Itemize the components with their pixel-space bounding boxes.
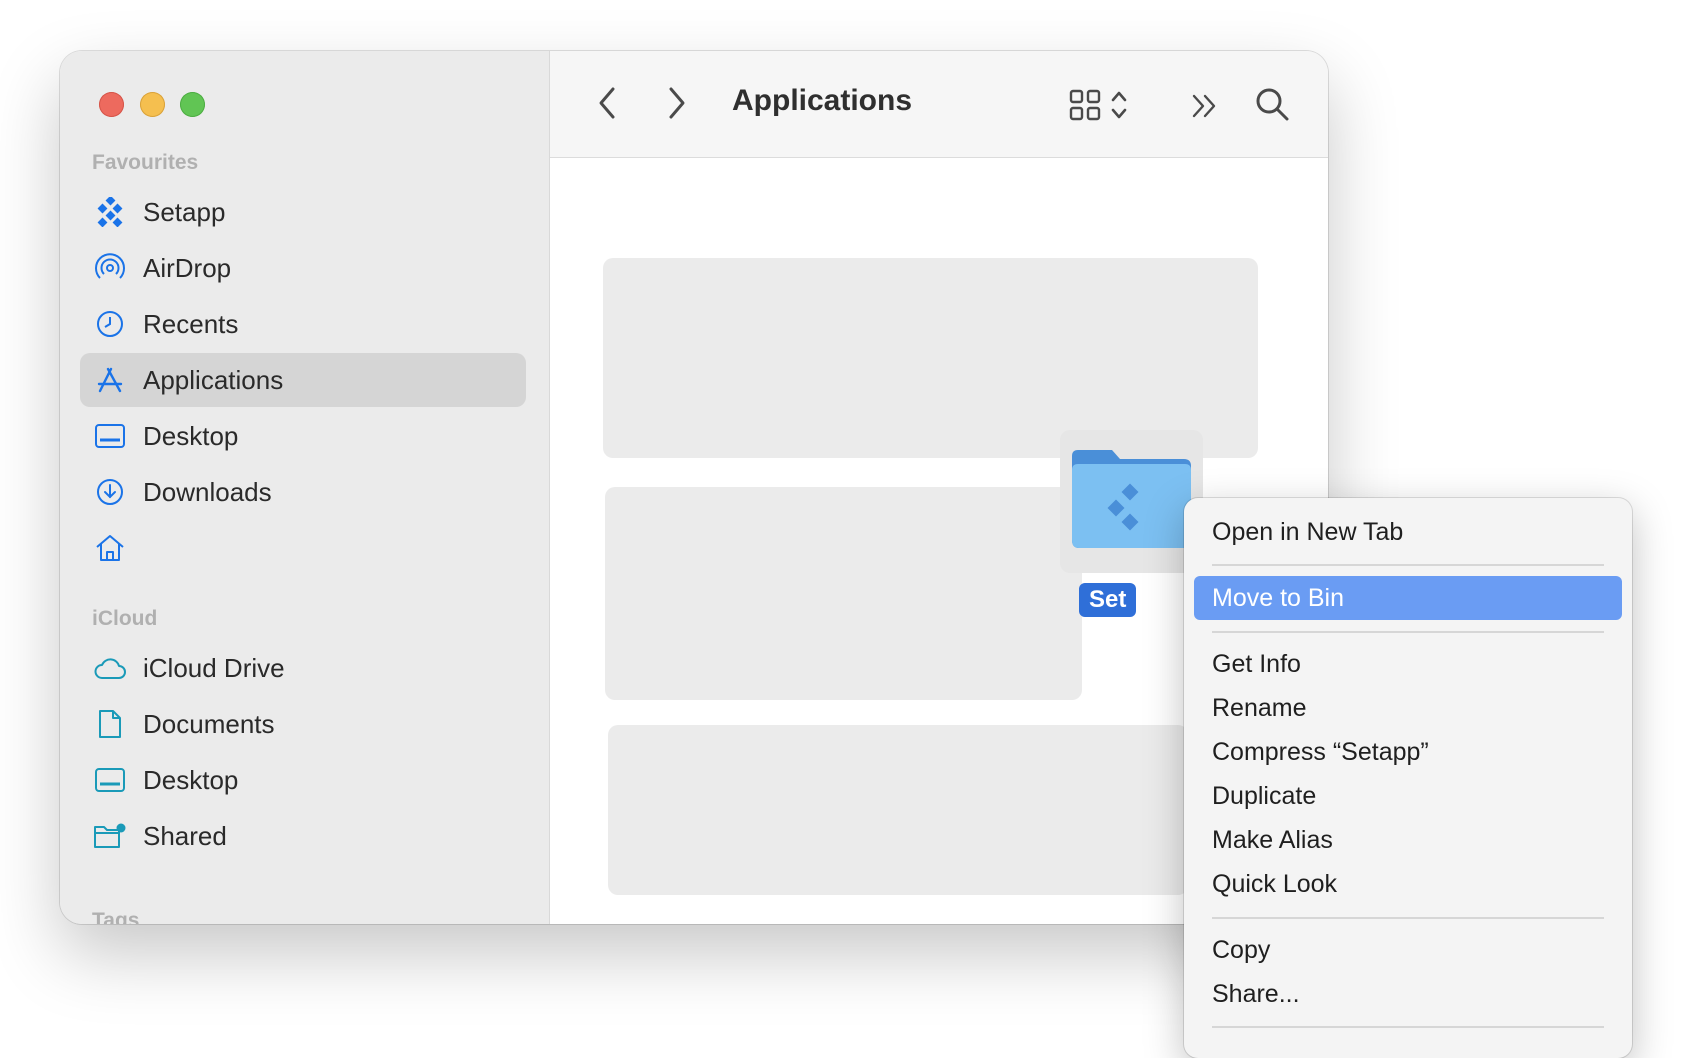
download-icon bbox=[93, 475, 127, 509]
menu-item-label: Copy bbox=[1212, 936, 1270, 964]
redacted-label bbox=[172, 550, 372, 586]
context-menu: Open in New Tab Move to Bin Get Info Ren… bbox=[1184, 498, 1632, 1058]
sidebar-item-label: Recents bbox=[143, 309, 238, 340]
clock-icon bbox=[93, 307, 127, 341]
sidebar-item-label: AirDrop bbox=[143, 253, 231, 284]
menu-item-compress[interactable]: Compress “Setapp” bbox=[1194, 730, 1622, 774]
chevron-left-icon[interactable] bbox=[594, 85, 620, 121]
sidebar-item-downloads[interactable]: Downloads bbox=[80, 465, 526, 519]
menu-item-make-alias[interactable]: Make Alias bbox=[1194, 818, 1622, 862]
menu-item-rename[interactable]: Rename bbox=[1194, 686, 1622, 730]
menu-item-open-in-new-tab[interactable]: Open in New Tab bbox=[1194, 510, 1622, 554]
menu-separator bbox=[1212, 917, 1604, 919]
selected-item-label[interactable]: Set bbox=[1079, 583, 1136, 617]
menu-item-label: Quick Look bbox=[1212, 870, 1337, 898]
shared-folder-icon bbox=[93, 819, 127, 853]
double-chevron-right-icon[interactable] bbox=[1190, 91, 1220, 121]
toolbar: Applications bbox=[550, 51, 1328, 158]
setapp-icon bbox=[93, 195, 127, 229]
sidebar-item-shared[interactable]: Shared bbox=[80, 809, 526, 863]
menu-separator bbox=[1212, 631, 1604, 633]
menu-item-move-to-bin[interactable]: Move to Bin bbox=[1194, 576, 1622, 620]
menu-item-get-info[interactable]: Get Info bbox=[1194, 642, 1622, 686]
menu-item-label: Get Info bbox=[1212, 650, 1301, 678]
applications-icon bbox=[93, 363, 127, 397]
favourites-title: Favourites bbox=[92, 151, 198, 175]
sidebar-item-airdrop[interactable]: AirDrop bbox=[80, 241, 526, 295]
zoom-window-button[interactable] bbox=[180, 92, 205, 117]
sidebar: Favourites Setapp bbox=[60, 51, 550, 924]
sidebar-item-recents[interactable]: Recents bbox=[80, 297, 526, 351]
icloud-title: iCloud bbox=[92, 607, 157, 631]
home-icon bbox=[93, 531, 127, 565]
menu-item-duplicate[interactable]: Duplicate bbox=[1194, 774, 1622, 818]
sidebar-item-documents[interactable]: Documents bbox=[80, 697, 526, 751]
search-icon[interactable] bbox=[1254, 86, 1290, 122]
folder-icon bbox=[1060, 430, 1203, 573]
menu-item-quick-look[interactable]: Quick Look bbox=[1194, 862, 1622, 906]
setapp-folder-item[interactable] bbox=[1060, 430, 1203, 573]
sidebar-item-setapp[interactable]: Setapp bbox=[80, 185, 526, 239]
window-title: Applications bbox=[732, 84, 912, 118]
sidebar-item-icloud-desktop[interactable]: Desktop bbox=[80, 753, 526, 807]
sidebar-item-label: Applications bbox=[143, 365, 283, 396]
sidebar-item-label: Shared bbox=[143, 821, 227, 852]
menu-item-label: Compress “Setapp” bbox=[1212, 738, 1429, 766]
sidebar-item-label: Desktop bbox=[143, 765, 238, 796]
tags-title: Tags bbox=[92, 909, 139, 924]
chevron-right-icon[interactable] bbox=[664, 85, 690, 121]
menu-separator bbox=[1212, 1026, 1604, 1028]
document-icon bbox=[93, 707, 127, 741]
desktop-icon bbox=[93, 419, 127, 453]
sidebar-item-label: iCloud Drive bbox=[143, 653, 285, 684]
grid-view-icon[interactable] bbox=[1068, 88, 1102, 122]
menu-item-label: Duplicate bbox=[1212, 782, 1316, 810]
redacted-item bbox=[603, 258, 1258, 458]
close-window-button[interactable] bbox=[99, 92, 124, 117]
menu-item-share[interactable]: Share... bbox=[1194, 972, 1622, 1016]
sidebar-item-icloud-drive[interactable]: iCloud Drive bbox=[80, 641, 526, 695]
sidebar-item-label: Downloads bbox=[143, 477, 272, 508]
sidebar-item-applications[interactable]: Applications bbox=[80, 353, 526, 407]
sidebar-item-label: Documents bbox=[143, 709, 275, 740]
airdrop-icon bbox=[93, 251, 127, 285]
menu-separator bbox=[1212, 564, 1604, 566]
menu-item-label: Move to Bin bbox=[1212, 584, 1344, 612]
sidebar-item-label: Desktop bbox=[143, 421, 238, 452]
redacted-item bbox=[608, 725, 1188, 895]
minimize-window-button[interactable] bbox=[140, 92, 165, 117]
menu-item-copy[interactable]: Copy bbox=[1194, 928, 1622, 972]
redacted-item bbox=[605, 487, 1082, 700]
cloud-icon bbox=[93, 651, 127, 685]
desktop-icon bbox=[93, 763, 127, 797]
menu-item-label: Share... bbox=[1212, 980, 1300, 1008]
finder-window: Favourites Setapp bbox=[60, 51, 1328, 924]
menu-item-label: Make Alias bbox=[1212, 826, 1333, 854]
sidebar-item-desktop[interactable]: Desktop bbox=[80, 409, 526, 463]
menu-item-label: Open in New Tab bbox=[1212, 518, 1403, 546]
menu-item-label: Rename bbox=[1212, 694, 1307, 722]
sidebar-item-home[interactable] bbox=[80, 521, 526, 575]
sidebar-item-label: Setapp bbox=[143, 197, 225, 228]
chevron-up-down-icon[interactable] bbox=[1109, 86, 1129, 124]
